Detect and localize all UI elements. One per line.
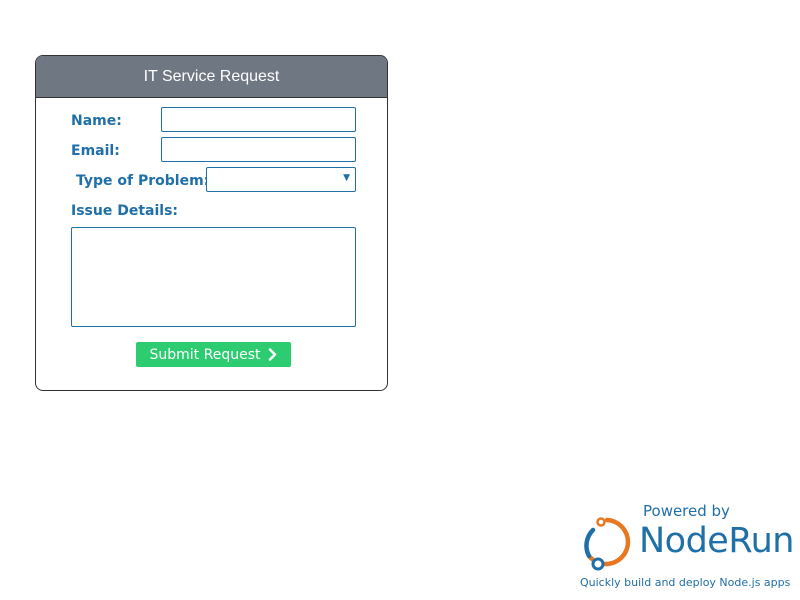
it-service-request-form: IT Service Request Name: Email: Type of … <box>35 55 388 391</box>
name-input[interactable] <box>161 107 356 132</box>
issue-details-textarea[interactable] <box>71 227 356 327</box>
problem-type-select[interactable]: ▼ <box>206 167 356 192</box>
powered-by-text: Powered by <box>643 502 730 520</box>
noderun-tagline: Quickly build and deploy Node.js apps <box>580 576 791 589</box>
submit-request-label: Submit Request <box>149 346 261 363</box>
email-input[interactable] <box>161 137 356 162</box>
chevron-right-icon <box>269 348 277 361</box>
dropdown-arrow-icon: ▼ <box>343 173 350 183</box>
form-title: IT Service Request <box>36 56 387 98</box>
problem-type-label: Type of Problem: <box>76 173 210 189</box>
noderun-branding[interactable]: Powered by NodeRun Quickly build and dep… <box>575 498 795 594</box>
noderun-wordmark: NodeRun <box>639 521 794 561</box>
submit-request-button[interactable]: Submit Request <box>136 342 291 367</box>
noderun-logo-icon <box>584 517 631 571</box>
name-label: Name: <box>71 113 122 129</box>
email-label: Email: <box>71 143 120 159</box>
issue-details-label: Issue Details: <box>71 203 178 219</box>
